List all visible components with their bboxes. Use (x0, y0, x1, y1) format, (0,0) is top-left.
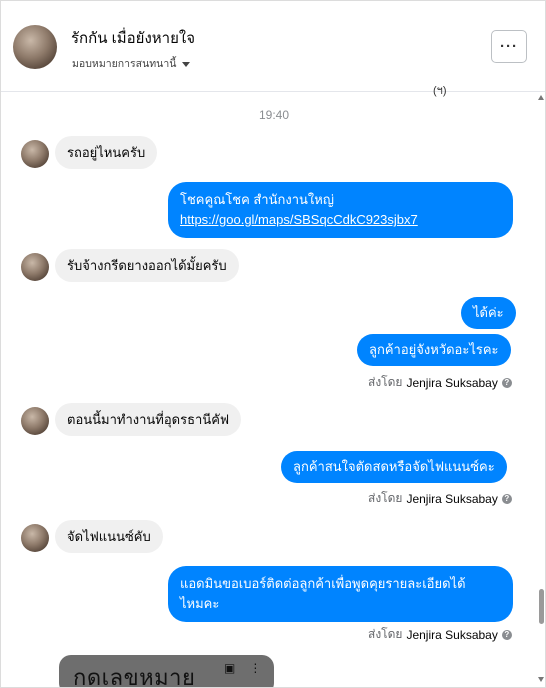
incoming-message[interactable]: ตอนนี้มาทำงานที่อุดรธานีคัฟ (55, 403, 242, 436)
scrollbar[interactable] (538, 92, 545, 687)
sender-avatar (21, 253, 49, 281)
incoming-message[interactable]: รับจ้างกรีดยางออกได้มั้ยครับ (55, 249, 239, 282)
caret-down-icon (182, 61, 191, 67)
message-text-line-1: แอดมินขอเบอร์ติดต่อลูกค้าเพื่อพูดคุยรายล… (180, 576, 466, 591)
image-text: กดเลขหมาย (73, 665, 196, 688)
question-circle-icon[interactable]: ? (501, 377, 512, 388)
contact-avatar[interactable] (13, 25, 57, 69)
outgoing-message[interactable]: ได้ค่ะ (461, 297, 516, 329)
incoming-message[interactable]: รถอยู่ไหนครับ (55, 136, 158, 169)
sent-by-prefix: ส่งโดย (368, 627, 403, 641)
outgoing-message[interactable]: ลูกค้าสนใจตัดสดหรือจัดไฟแนนซ์คะ (281, 451, 507, 483)
time-divider: 19:40 (258, 108, 290, 122)
sender-avatar (21, 407, 49, 435)
scroll-up-arrow-icon[interactable] (538, 95, 544, 100)
more-options-button[interactable]: ··· (491, 30, 527, 63)
agent-name: Jenjira Suksabay (406, 491, 498, 506)
agent-name: Jenjira Suksabay (406, 375, 498, 390)
message-text-line-2: ไหมคะ (180, 596, 220, 611)
contact-name[interactable]: รักกัน เมื่อยังหายใจ (71, 26, 195, 50)
question-circle-icon[interactable]: ? (501, 493, 512, 504)
message-text: โชคคูณโชค สำนักงานใหญ่ (180, 192, 334, 207)
sender-avatar (21, 524, 49, 552)
chat-window: รักกัน เมื่อยังหายใจ มอบหมายการสนทนานี้ … (0, 0, 546, 688)
sent-by-prefix: ส่งโดย (368, 375, 403, 389)
save-icon[interactable]: ▣ (224, 661, 235, 675)
agent-name: Jenjira Suksabay (406, 627, 498, 642)
sent-by-info: ส่งโดย Jenjira Suksabay ? (368, 373, 512, 392)
incoming-message[interactable]: จัดไฟแนนซ์คับ (55, 520, 163, 553)
map-link[interactable]: https://goo.gl/maps/SBSqcCdkC923sjbx7 (180, 210, 501, 230)
sent-by-info: ส่งโดย Jenjira Suksabay ? (368, 625, 512, 644)
sent-by-info: ส่งโดย Jenjira Suksabay ? (368, 489, 512, 508)
outgoing-message[interactable]: โชคคูณโชค สำนักงานใหญ่ https://goo.gl/ma… (168, 182, 513, 238)
sent-by-prefix: ส่งโดย (368, 491, 403, 505)
sender-avatar (21, 140, 49, 168)
assign-conversation-dropdown[interactable]: มอบหมายการสนทนานี้ (72, 55, 191, 72)
image-attachment[interactable]: กดเลขหมาย ▣ ⋮ (59, 655, 274, 688)
outgoing-message[interactable]: แอดมินขอเบอร์ติดต่อลูกค้าเพื่อพูดคุยรายล… (168, 566, 513, 622)
assign-label: มอบหมายการสนทนานี้ (72, 58, 177, 70)
scroll-down-arrow-icon[interactable] (538, 677, 544, 682)
more-vertical-icon[interactable]: ⋮ (249, 661, 261, 675)
question-circle-icon[interactable]: ? (501, 629, 512, 640)
outgoing-message[interactable]: ลูกค้าอยู่จังหวัดอะไรคะ (357, 334, 511, 366)
clipped-text: (ฯ) (433, 85, 447, 97)
conversation-header: รักกัน เมื่อยังหายใจ มอบหมายการสนทนานี้ … (1, 1, 545, 92)
scrollbar-thumb[interactable] (539, 589, 544, 624)
